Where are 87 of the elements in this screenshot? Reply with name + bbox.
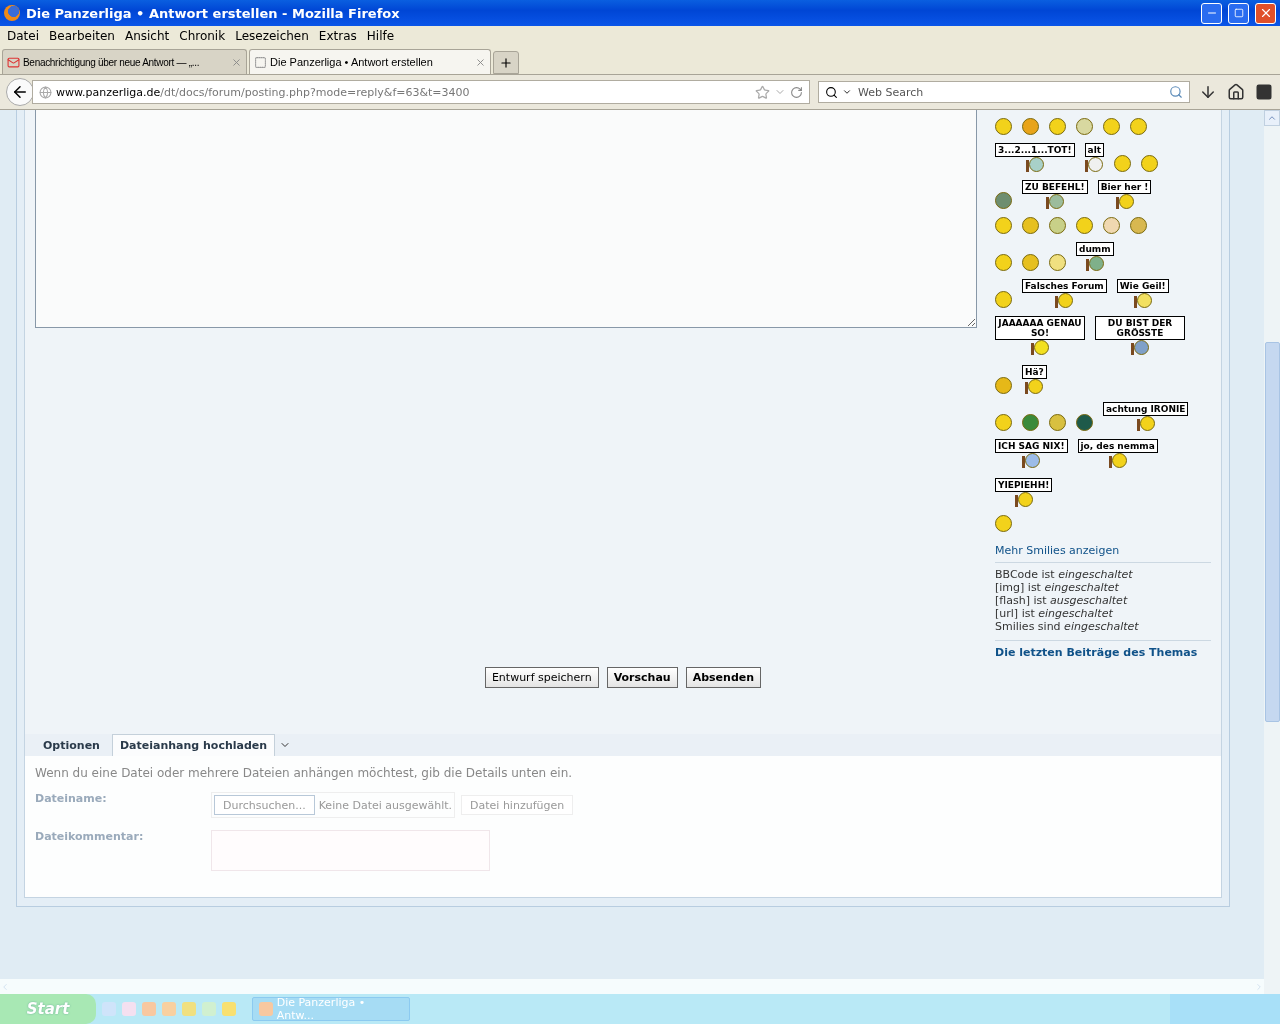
close-tab-icon[interactable] [475,56,486,68]
smiley-icon[interactable] [995,217,1012,234]
new-tab-button[interactable] [493,51,519,74]
restore-icon [1233,8,1244,18]
file-status: Keine Datei ausgewählt. [318,798,453,812]
smiley-icon[interactable] [995,515,1012,532]
form-button[interactable]: Entwurf speichern [484,667,599,688]
smiley-icon[interactable] [1049,217,1066,234]
close-tab-icon[interactable] [231,56,242,68]
smiley-icon[interactable] [1103,118,1120,135]
sign-smiley[interactable]: YIEPIEHH! [995,478,1053,507]
maximize-button[interactable] [1228,2,1249,24]
field-label: Dateikommentar: [35,830,145,843]
close-button[interactable] [1255,2,1276,24]
bookmark-star-icon[interactable] [755,84,770,100]
browser-tab[interactable]: Die Panzerliga • Antwort erstellen [249,49,491,74]
smiley-icon[interactable] [1049,118,1066,135]
form-button[interactable]: Absenden [685,667,762,688]
search-icon[interactable] [1169,85,1183,99]
sign-smiley[interactable]: Hä? [1022,365,1047,394]
smiley-icon[interactable] [995,192,1012,209]
intro-text: Wenn du eine Datei oder mehrere Dateien anhängen möchtest, gib die Details unten ein. [35,766,574,780]
smiley-icon[interactable] [1103,217,1120,234]
plus-icon [499,55,513,70]
minimize-button[interactable] [1201,2,1222,24]
sign-smiley[interactable]: ICH SAG NIX! [995,439,1068,468]
smiley-icon[interactable] [1130,217,1147,234]
comment-field[interactable] [211,830,490,871]
sign-smiley[interactable]: dumm [1076,242,1114,271]
field-label: Dateiname: [35,792,108,805]
smiley-icon[interactable] [1076,217,1093,234]
status-text: Smilies sind eingeschaltet [995,620,1140,633]
smiley-icon[interactable] [995,377,1012,394]
window-title: Die Panzerliga • Antwort erstellen - Mozilla Firefox [26,5,401,21]
smiley-icon[interactable] [1141,155,1159,172]
status-text: BBCode ist eingeschaltet [995,568,1134,581]
menu-item[interactable]: Chronik [174,29,231,43]
menu-item[interactable]: Ansicht [119,29,175,43]
page-icon [254,55,267,69]
panel-tab[interactable]: Dateianhang hochladen [111,734,276,756]
reload-icon[interactable] [790,85,803,99]
form-button[interactable]: Vorschau [606,667,678,688]
smiley-icon[interactable] [1076,414,1093,431]
address-bar[interactable]: www.panzerliga.de/dt/docs/forum/posting.php?mode=reply&f=63&t=3400 [32,80,810,104]
smiley-icon[interactable] [1022,254,1039,271]
smiley-icon[interactable] [995,118,1012,135]
browser-logo-icon [4,5,20,21]
sign-smiley[interactable]: alt [1084,143,1105,172]
status-text: [url] ist eingeschaltet [995,607,1114,620]
panel-tab[interactable]: Optionen [35,734,108,756]
vertical-scrollbar[interactable] [1264,110,1280,994]
status-text: [img] ist eingeschaltet [995,581,1120,594]
sign-smiley[interactable]: ZU BEFEHL! [1022,180,1088,209]
search-icon [825,85,838,99]
smiley-icon[interactable] [995,254,1012,271]
smiley-icon[interactable] [995,291,1012,308]
browser-tab[interactable]: Benachrichtigung über neue Antwort — „... [2,49,247,74]
smiley-icon[interactable] [1130,118,1147,135]
smiley-icon[interactable] [1049,414,1066,431]
sign-smiley[interactable]: achtung IRONIE [1103,402,1189,431]
sign-smiley[interactable]: Falsches Forum [1022,279,1107,308]
smiley-icon[interactable] [1114,155,1132,172]
topic-review-link[interactable]: Die letzten Beiträge des Themas [995,641,1211,659]
smiley-icon[interactable] [1022,217,1039,234]
smiley-icon[interactable] [1022,118,1039,135]
smiley-icon[interactable] [1076,118,1093,135]
menu-item[interactable]: Datei [2,29,44,43]
home-icon[interactable] [1226,82,1246,102]
sign-smiley[interactable]: Bier her ! [1097,180,1152,209]
back-button[interactable] [6,78,34,106]
menu-item[interactable]: Hilfe [361,29,400,43]
sign-smiley[interactable]: Wie Geil! [1116,279,1169,308]
mail-icon [7,55,20,69]
smiley-icon[interactable] [1049,254,1066,271]
smiley-icon[interactable] [1022,414,1039,431]
sign-smiley[interactable]: 3...2...1...TOT! [995,143,1075,172]
message-field[interactable] [35,110,977,328]
globe-icon [39,85,52,99]
dropdown-icon[interactable] [842,87,852,97]
sign-smiley[interactable]: jo, des nemma [1077,439,1158,468]
more-smilies-link[interactable]: Mehr Smilies anzeigen [995,542,1211,563]
menu-item[interactable]: Extras [313,29,362,43]
menu-item[interactable]: Bearbeiten [44,29,120,43]
menu-item[interactable]: Lesezeichen [230,29,314,43]
status-text: [flash] ist ausgeschaltet [995,594,1129,607]
smiley-icon[interactable] [995,414,1012,431]
search-field[interactable]: Web Search [818,81,1190,103]
